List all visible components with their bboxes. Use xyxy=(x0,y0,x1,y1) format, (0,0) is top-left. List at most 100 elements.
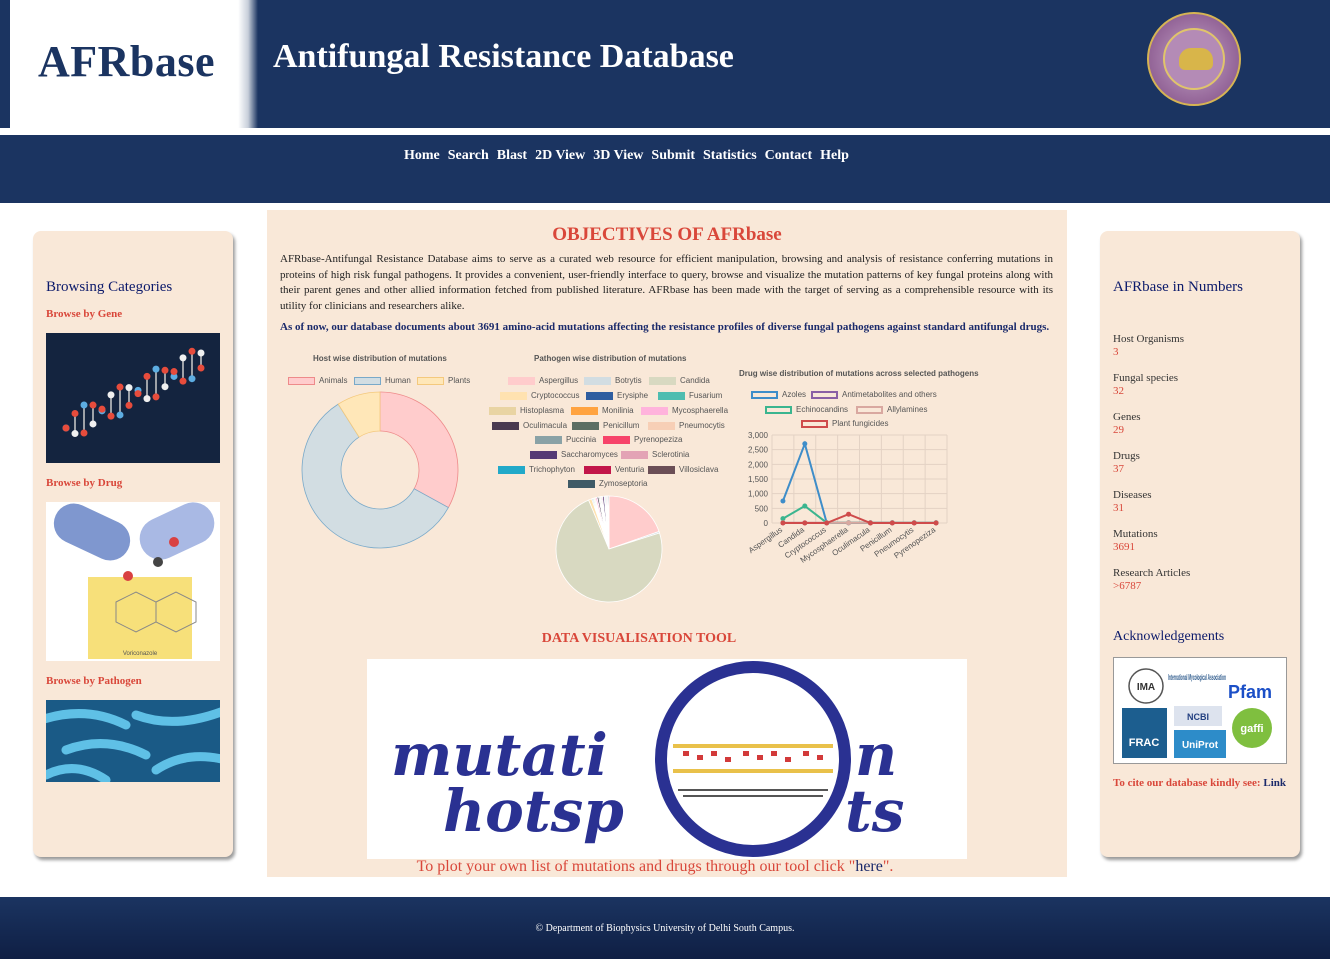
legend-item[interactable]: Human xyxy=(354,376,411,385)
legend-item[interactable]: Puccinia xyxy=(535,435,596,444)
legend-swatch xyxy=(586,391,613,400)
legend-item[interactable]: Echinocandins xyxy=(765,405,848,414)
y-tick-label: 2,500 xyxy=(748,446,769,455)
legend-swatch xyxy=(603,435,630,444)
legend-item[interactable]: Mycosphaerella xyxy=(641,406,728,415)
objectives-description: AFRbase-Antifungal Resistance Database a… xyxy=(280,253,1053,312)
legend-item[interactable]: Plants xyxy=(417,376,470,385)
legend-swatch xyxy=(584,376,611,385)
legend-swatch xyxy=(530,450,557,459)
legend-item[interactable]: Zymoseptoria xyxy=(568,479,647,488)
stat-value: 32 xyxy=(1113,385,1124,397)
legend-item[interactable]: Candida xyxy=(649,376,710,385)
nav-statistics[interactable]: Statistics xyxy=(703,148,757,164)
legend-item[interactable]: Aspergillus xyxy=(508,376,578,385)
legend-item[interactable]: Fusarium xyxy=(658,391,722,400)
site-header: AFRbase Antifungal Resistance Database xyxy=(0,0,1330,128)
legend-item[interactable]: Villosiclava xyxy=(648,465,718,474)
legend-item[interactable]: Pyrenopeziza xyxy=(603,435,682,444)
legend-item[interactable]: Monilinia xyxy=(571,406,634,415)
legend-item[interactable]: Azoles xyxy=(751,390,806,399)
legend-label: Human xyxy=(385,376,411,385)
nav-list: Home Search Blast 2D View 3D View Submit… xyxy=(404,148,849,164)
ncbi-logo: NCBI xyxy=(1187,712,1209,722)
legend-item[interactable]: Antimetabolites and others xyxy=(811,390,937,399)
drug-capsule-image[interactable]: Voriconazole xyxy=(46,502,220,661)
browse-by-gene-link[interactable]: Browse by Gene xyxy=(46,308,122,320)
pie-slice xyxy=(379,391,459,509)
pathogen-pie-chart[interactable] xyxy=(552,492,667,604)
legend-item[interactable]: Plant fungicides xyxy=(801,419,888,428)
drug-line-chart[interactable]: 05001,0001,5002,0002,5003,000Aspergillus… xyxy=(732,428,957,573)
y-tick-label: 1,000 xyxy=(748,490,769,499)
legend-label: Villosiclava xyxy=(679,465,719,474)
numbers-heading: AFRbase in Numbers xyxy=(1113,279,1243,295)
nav-contact[interactable]: Contact xyxy=(765,148,812,164)
legend-item[interactable]: Histoplasma xyxy=(489,406,564,415)
nav-submit[interactable]: Submit xyxy=(651,148,695,164)
nav-3d-view[interactable]: 3D View xyxy=(593,148,643,164)
stat-value: 37 xyxy=(1113,463,1124,475)
stat-value: 3 xyxy=(1113,346,1119,358)
legend-swatch xyxy=(535,435,562,444)
legend-swatch xyxy=(621,450,648,459)
data-point xyxy=(780,498,786,504)
legend-swatch xyxy=(801,419,828,428)
cite-link[interactable]: Link xyxy=(1263,777,1286,789)
nav-blast[interactable]: Blast xyxy=(497,148,527,164)
plot-here-link[interactable]: here xyxy=(855,858,883,875)
legend-item[interactable]: Saccharomyces xyxy=(530,450,618,459)
mutation-hotspots-banner[interactable]: mutati n hotsp ts xyxy=(367,659,967,859)
legend-swatch xyxy=(658,391,685,400)
legend-item[interactable]: Animals xyxy=(288,376,347,385)
objectives-title: OBJECTIVES OF AFRbase xyxy=(552,224,782,245)
legend-label: Pyrenopeziza xyxy=(634,435,683,444)
nav-2d-view[interactable]: 2D View xyxy=(535,148,585,164)
legend-item[interactable]: Penicillum xyxy=(572,421,639,430)
legend-item[interactable]: Cryptococcus xyxy=(500,391,579,400)
gaffi-logo: gaffi xyxy=(1240,723,1263,735)
data-point xyxy=(846,511,852,517)
legend-item[interactable]: Venturia xyxy=(584,465,644,474)
acknowledgements-heading: Acknowledgements xyxy=(1113,629,1225,644)
legend-label: Plants xyxy=(448,376,471,385)
legend-swatch xyxy=(492,421,519,430)
mutations-highlight: As of now, our database documents about … xyxy=(280,321,1050,333)
data-point xyxy=(802,441,808,447)
legend-swatch xyxy=(508,376,535,385)
legend-swatch xyxy=(417,376,444,385)
stat-label: Drugs xyxy=(1113,450,1140,462)
browsing-heading: Browsing Categories xyxy=(46,279,173,295)
legend-item[interactable]: Sclerotinia xyxy=(621,450,689,459)
legend-swatch xyxy=(811,390,838,399)
legend-swatch xyxy=(489,406,516,415)
legend-swatch xyxy=(648,465,675,474)
legend-swatch xyxy=(856,405,883,414)
numbers-panel: AFRbase in Numbers Host Organisms 3 Fung… xyxy=(1100,231,1300,857)
data-visualisation-title: DATA VISUALISATION TOOL xyxy=(541,631,737,646)
legend-swatch xyxy=(354,376,381,385)
legend-label: Penicillum xyxy=(603,421,640,430)
legend-item[interactable]: Botrytis xyxy=(584,376,642,385)
chart-pathogen-title: Pathogen wise distribution of mutations xyxy=(534,354,687,363)
legend-label: Aspergillus xyxy=(539,376,579,385)
logo-box[interactable]: AFRbase xyxy=(10,0,258,128)
legend-swatch xyxy=(649,376,676,385)
legend-item[interactable]: Allylamines xyxy=(856,405,927,414)
legend-item[interactable]: Trichophyton xyxy=(498,465,575,474)
stat-label: Genes xyxy=(1113,411,1141,423)
legend-swatch xyxy=(571,406,598,415)
dna-image[interactable] xyxy=(46,333,220,463)
legend-item[interactable]: Oculimacula xyxy=(492,421,567,430)
host-donut-chart[interactable] xyxy=(297,388,467,553)
nav-search[interactable]: Search xyxy=(448,148,489,164)
browse-by-drug-link[interactable]: Browse by Drug xyxy=(46,477,122,489)
nav-home[interactable]: Home xyxy=(404,148,440,164)
legend-item[interactable]: Erysiphe xyxy=(586,391,648,400)
nav-help[interactable]: Help xyxy=(820,148,849,164)
pathogen-image[interactable] xyxy=(46,700,220,782)
data-point xyxy=(802,520,808,526)
legend-item[interactable]: Pneumocytis xyxy=(648,421,725,430)
browse-by-pathogen-link[interactable]: Browse by Pathogen xyxy=(46,675,142,687)
site-logo[interactable]: AFRbase xyxy=(38,36,215,87)
